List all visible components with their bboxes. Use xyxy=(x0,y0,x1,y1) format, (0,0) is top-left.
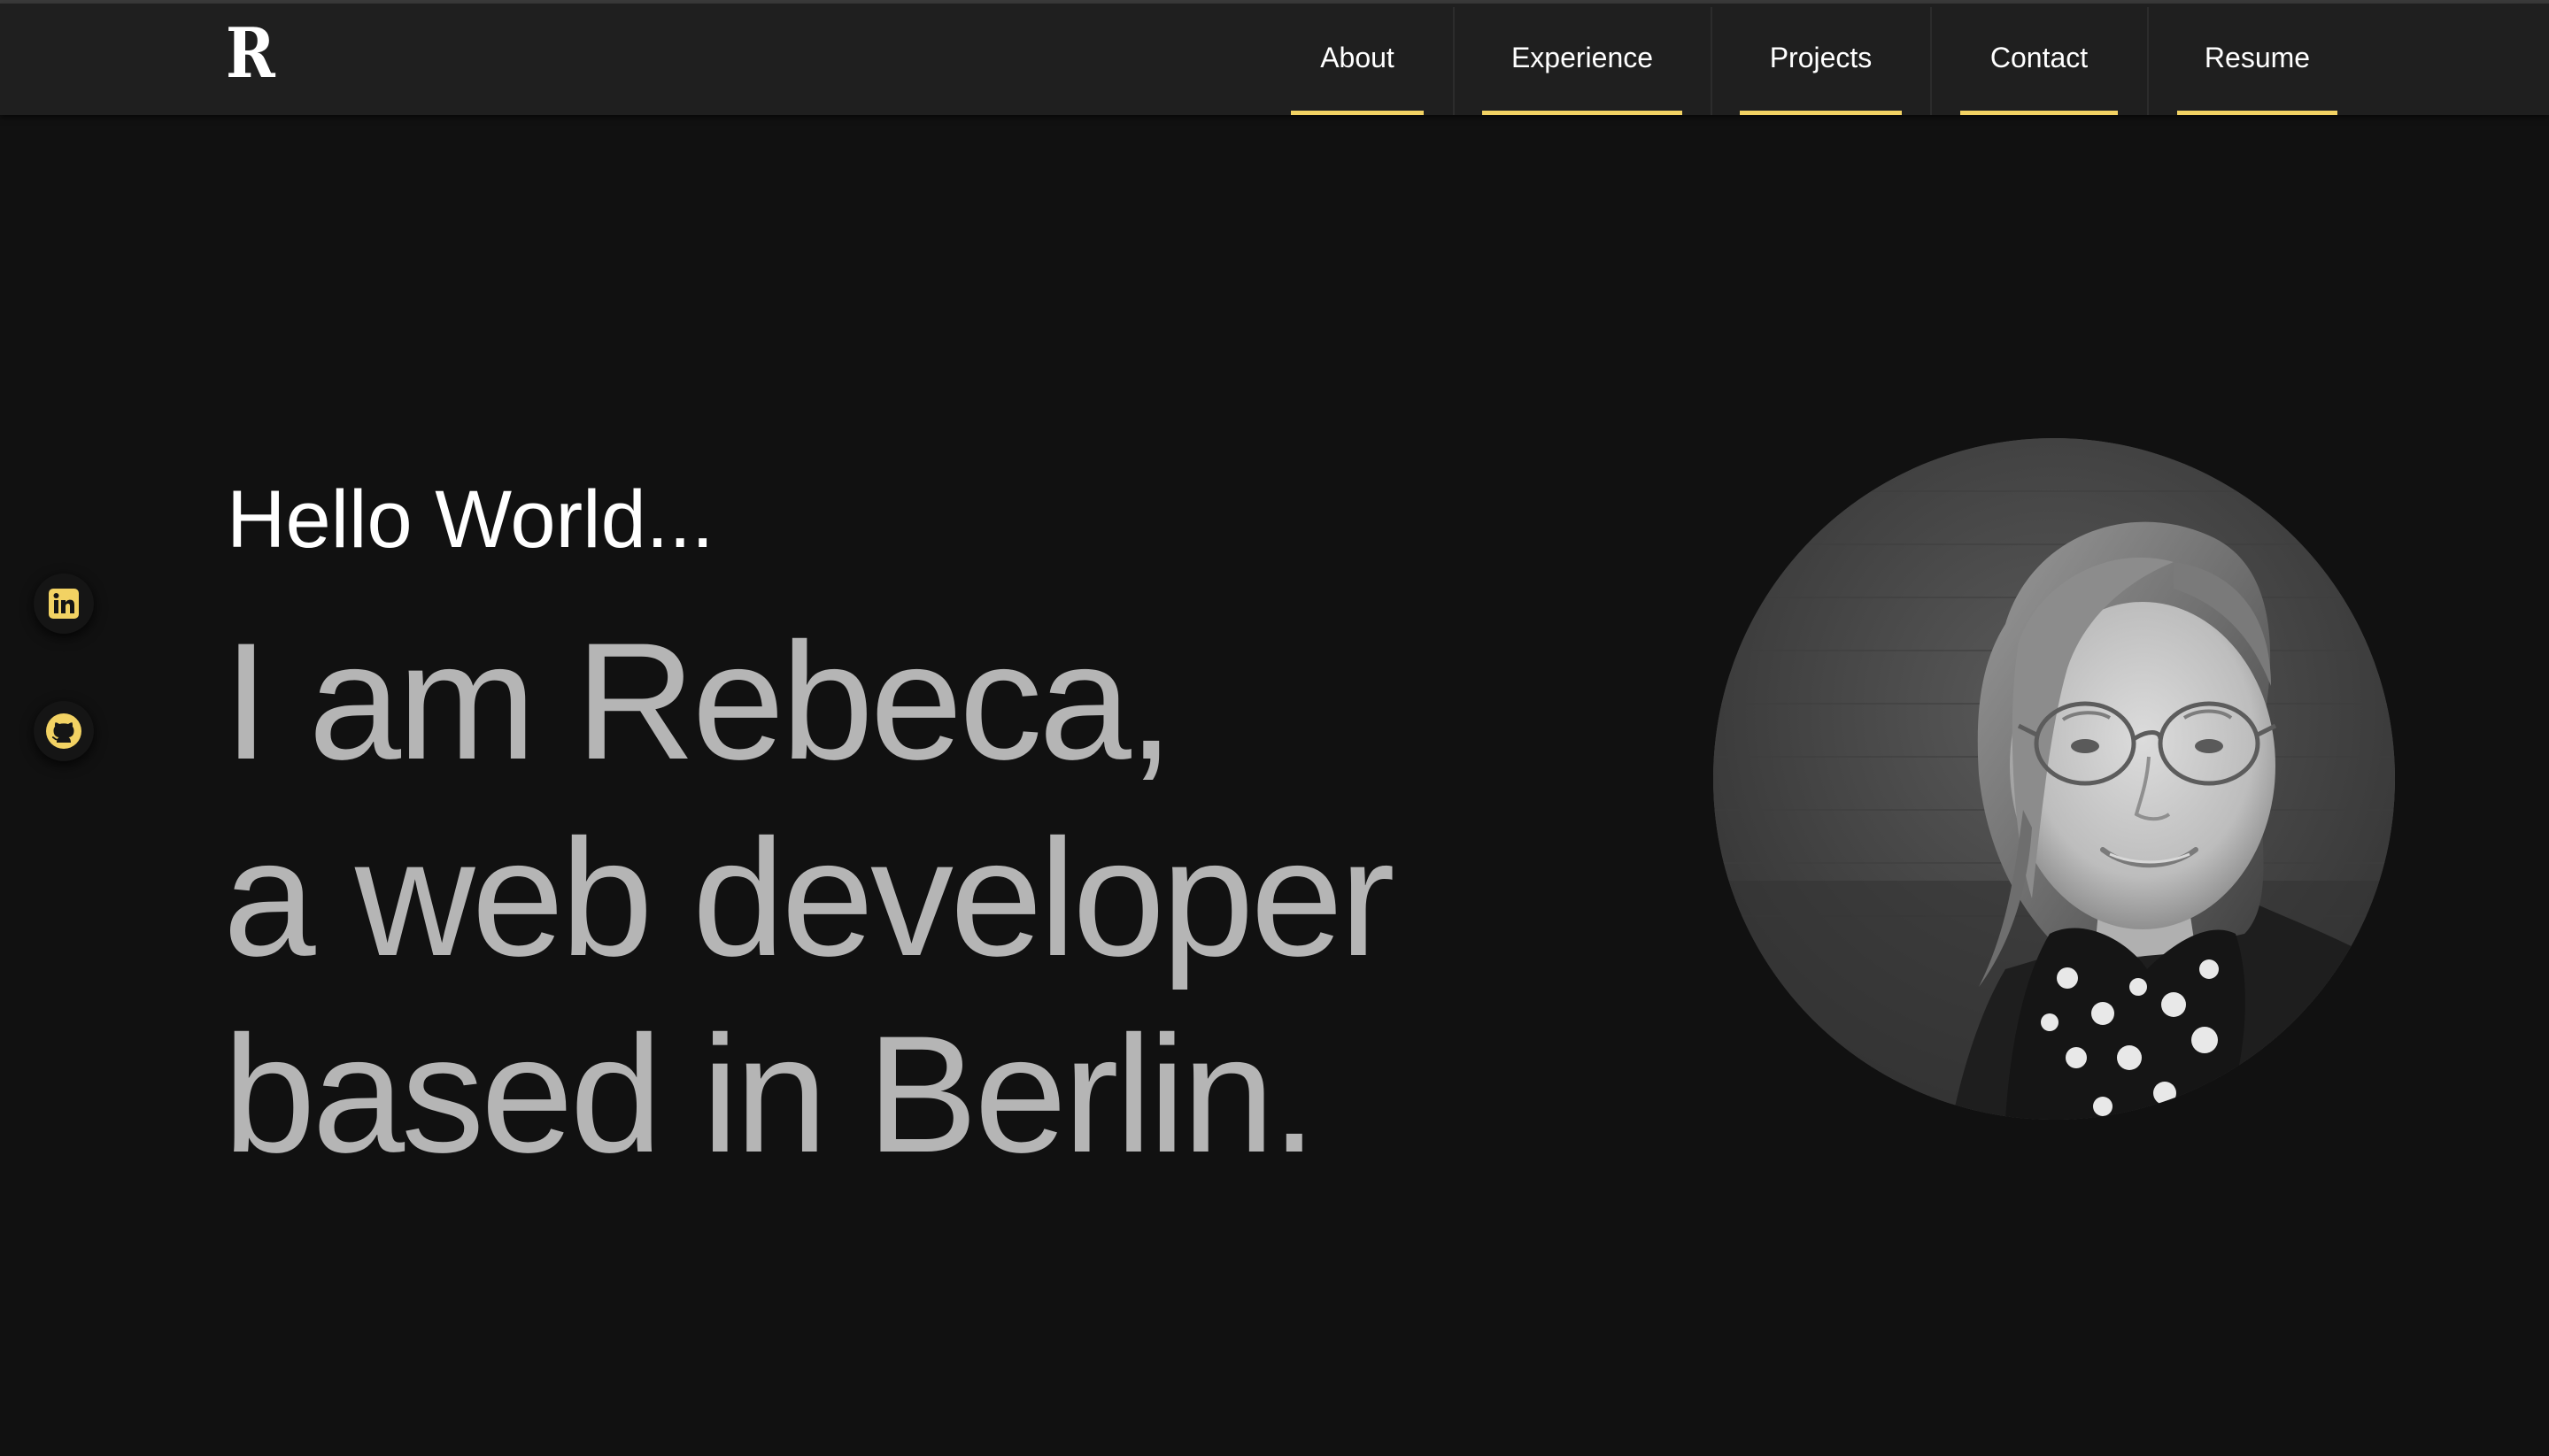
nav-underline xyxy=(1291,111,1424,115)
nav-item-experience[interactable]: Experience xyxy=(1482,4,1682,115)
nav-item-resume[interactable]: Resume xyxy=(2177,4,2337,115)
page: R About Experience Projects Contact Resu… xyxy=(0,0,2549,1456)
nav-underline xyxy=(1482,111,1682,115)
main-nav: About Experience Projects Contact Resume xyxy=(0,4,2549,115)
nav-item-label: Projects xyxy=(1769,42,1873,73)
nav-underline xyxy=(2177,111,2337,115)
portrait-illustration xyxy=(1713,438,2395,1120)
linkedin-button[interactable] xyxy=(34,574,94,634)
hero-greeting: Hello World... xyxy=(227,474,714,565)
nav-divider xyxy=(1453,7,1455,115)
profile-photo xyxy=(1713,438,2395,1120)
nav-divider xyxy=(1711,7,1712,115)
nav-item-label: Resume xyxy=(2204,42,2311,73)
nav-underline xyxy=(1740,111,1902,115)
nav-item-projects[interactable]: Projects xyxy=(1740,4,1902,115)
nav-item-contact[interactable]: Contact xyxy=(1960,4,2118,115)
nav-item-label: Experience xyxy=(1510,42,1654,73)
nav-divider xyxy=(1930,7,1932,115)
linkedin-icon xyxy=(49,589,79,619)
nav-divider xyxy=(2147,7,2149,115)
hero-headline-line-3: based in Berlin. xyxy=(223,1001,1317,1187)
nav-item-label: About xyxy=(1320,42,1394,73)
hero-headline-line-2: a web developer xyxy=(223,805,1395,990)
hero-headline-line-1: I am Rebeca, xyxy=(223,608,1174,794)
nav-underline xyxy=(1960,111,2118,115)
nav-item-label: Contact xyxy=(1989,42,2089,73)
github-icon xyxy=(46,713,81,749)
github-button[interactable] xyxy=(34,701,94,761)
nav-item-about[interactable]: About xyxy=(1291,4,1424,115)
top-navbar: R About Experience Projects Contact Resu… xyxy=(0,4,2549,115)
